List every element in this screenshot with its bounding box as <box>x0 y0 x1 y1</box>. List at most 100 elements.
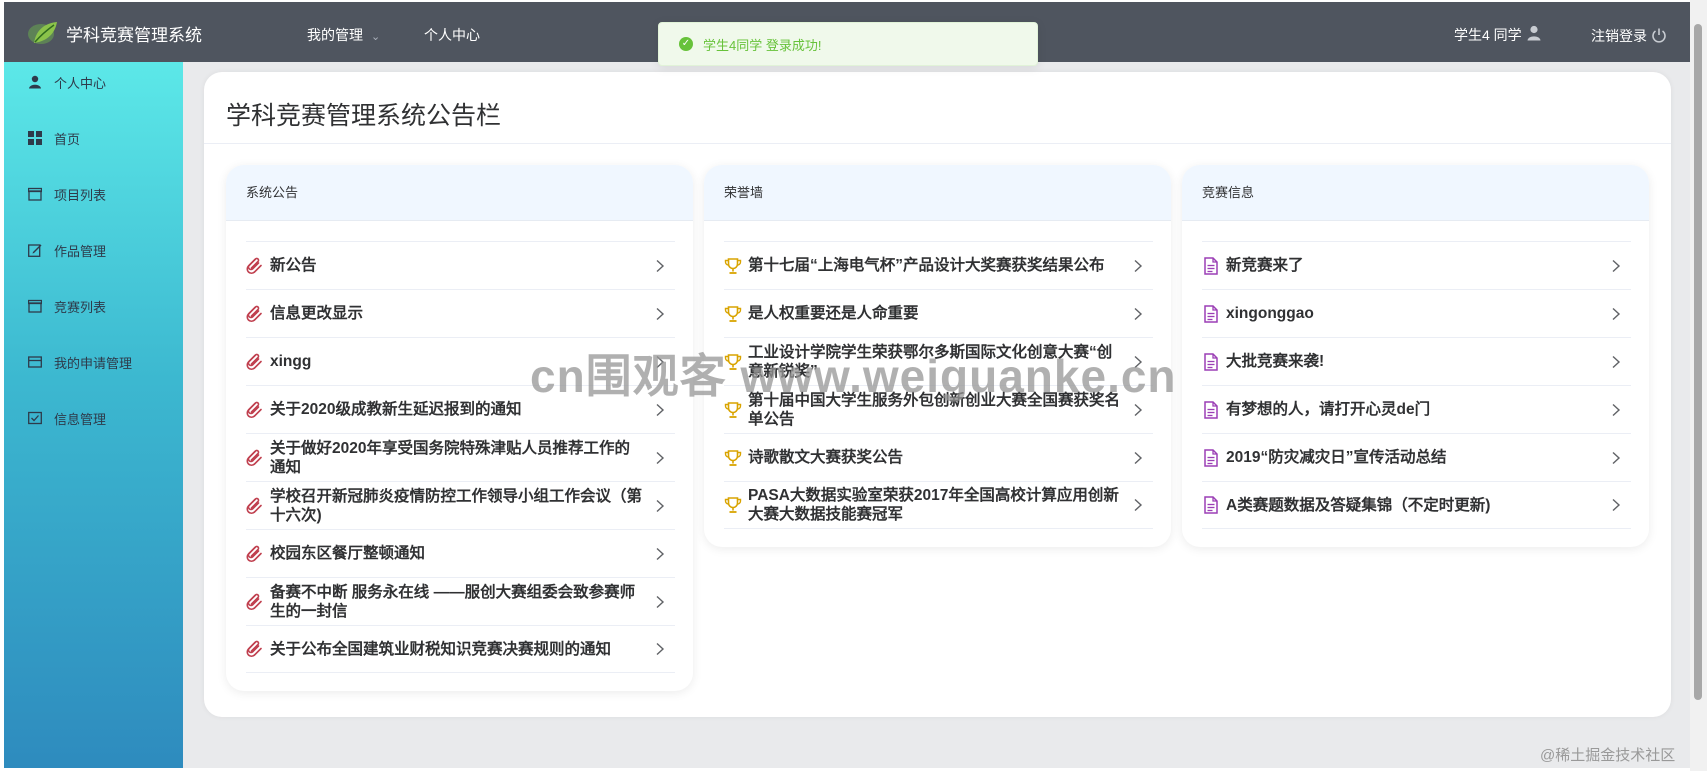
paperclip-icon <box>246 449 262 466</box>
box-icon <box>28 299 42 313</box>
list-item-title: 第十七届“上海电气杯”产品设计大奖赛获奖结果公布 <box>748 257 1105 274</box>
trophy-icon <box>724 401 742 418</box>
sidebar-item-project-list[interactable]: 项目列表 <box>4 174 183 214</box>
chevron-right-icon <box>656 642 665 656</box>
chevron-right-icon <box>1612 451 1621 464</box>
list-item[interactable]: 大批竞赛来袭! <box>1202 337 1631 385</box>
list-item[interactable]: 校园东区餐厅整顿通知 <box>246 529 675 577</box>
divider <box>204 143 1671 144</box>
document-icon <box>1204 448 1218 467</box>
chevron-right-icon <box>656 307 665 320</box>
chevron-right-icon <box>1134 498 1143 512</box>
list-item-title: 大批竞赛来袭! <box>1226 353 1325 370</box>
sidebar-item-info-management[interactable]: 信息管理 <box>4 398 183 438</box>
list-item[interactable]: 学校召开新冠肺炎疫情防控工作领导小组工作会议（第十六次) <box>246 481 675 529</box>
sidebar-item-works[interactable]: 作品管理 <box>4 230 183 270</box>
user-name[interactable]: 学生4 同学 <box>1454 25 1522 45</box>
chevron-right-icon <box>656 355 665 368</box>
list-item-title: 关于做好2020年享受国务院特殊津贴人员推荐工作的通知 <box>270 439 630 476</box>
chevron-right-icon <box>656 547 665 560</box>
competition-info-card: 竞赛信息 新竞赛来了 xingonggao 大批竞赛来袭! 有梦想的人，请打开心灵de… <box>1182 165 1649 547</box>
scrollbar-thumb[interactable] <box>1694 24 1702 700</box>
list-item[interactable]: 有梦想的人，请打开心灵de门 <box>1202 385 1631 433</box>
list-item-title: 是人权重要还是人命重要 <box>748 305 919 322</box>
list-item-title: xingg <box>270 353 312 370</box>
chevron-right-icon <box>1134 307 1143 320</box>
power-icon[interactable] <box>1651 27 1667 43</box>
list-item[interactable]: 第十七届“上海电气杯”产品设计大奖赛获奖结果公布 <box>724 241 1153 289</box>
list-item[interactable]: 工业设计学院学生荣获鄂尔多斯国际文化创意大赛“创意新锐奖” <box>724 337 1153 385</box>
source-credit: @稀土掘金技术社区 <box>1540 747 1676 764</box>
nav-my-management-label: 我的管理 <box>307 27 363 43</box>
list-item-title: PASA大数据实验室荣获2017年全国高校计算应用创新大赛大数据技能赛冠军 <box>748 487 1119 523</box>
list-item[interactable]: PASA大数据实验室荣获2017年全国高校计算应用创新大赛大数据技能赛冠军 <box>724 481 1153 529</box>
sidebar-item-competition-list[interactable]: 竞赛列表 <box>4 286 183 326</box>
trophy-icon <box>724 257 742 274</box>
sidebar-item-home[interactable]: 首页 <box>4 118 183 158</box>
list-item[interactable]: 备赛不中断 服务永在线 ——服创大赛组委会致参赛师生的一封信 <box>246 577 675 625</box>
user-icon[interactable] <box>1527 25 1541 41</box>
card-title: 系统公告 <box>226 165 693 221</box>
list-item-title: 诗歌散文大赛获奖公告 <box>748 449 904 466</box>
card-title: 竞赛信息 <box>1182 165 1649 221</box>
chevron-right-icon <box>1612 259 1621 272</box>
list-item-title: A类赛题数据及答疑集锦（不定时更新) <box>1226 496 1491 514</box>
check-circle-icon: ✓ <box>679 37 693 51</box>
chevron-right-icon <box>1134 259 1143 272</box>
list-item[interactable]: 新公告 <box>246 241 675 289</box>
list-item-title: xingonggao <box>1226 305 1314 322</box>
card-icon <box>28 356 42 368</box>
list-item[interactable]: 诗歌散文大赛获奖公告 <box>724 433 1153 481</box>
document-icon <box>1204 304 1218 323</box>
notice-list: 新公告信息更改显示 xingg 关于2020级成教新生延迟报到的通知关于做好2020… <box>226 221 693 691</box>
list-item[interactable]: 第十届中国大学生服务外包创新创业大赛全国赛获奖名单公告 <box>724 385 1153 433</box>
list-item[interactable]: 是人权重要还是人命重要 <box>724 289 1153 337</box>
sidebar-item-label: 竞赛列表 <box>54 299 107 315</box>
sidebar-item-label: 作品管理 <box>54 243 107 259</box>
logout-link[interactable]: 注销登录 <box>1591 26 1647 46</box>
list-item-title: 有梦想的人，请打开心灵de门 <box>1226 401 1431 418</box>
trophy-icon <box>724 305 742 322</box>
app-title: 学科竞赛管理系统 <box>66 26 202 45</box>
list-item-title: 关于公布全国建筑业财税知识竞赛决赛规则的通知 <box>270 640 612 658</box>
list-item-title: 新竞赛来了 <box>1226 257 1304 274</box>
list-item-title: 学校召开新冠肺炎疫情防控工作领导小组工作会议（第十六次) <box>270 487 643 524</box>
system-notice-card: 系统公告 新公告信息更改显示 xingg 关于2020级成教新生延迟报到的通知关于做… <box>226 165 693 691</box>
paperclip-icon <box>246 305 262 322</box>
list-item[interactable]: A类赛题数据及答疑集锦（不定时更新) <box>1202 481 1631 529</box>
trophy-icon <box>724 449 742 466</box>
nav-my-management[interactable]: 我的管理 ⌄ <box>307 25 380 45</box>
paperclip-icon <box>246 640 262 658</box>
honor-wall-card: 荣誉墙 第十七届“上海电气杯”产品设计大奖赛获奖结果公布 是人权重要还是人命重要工… <box>704 165 1171 547</box>
chevron-right-icon <box>1134 355 1143 368</box>
list-item-title: 校园东区餐厅整顿通知 <box>270 545 426 562</box>
sidebar-item-label: 我的申请管理 <box>54 355 133 371</box>
list-item[interactable]: xingg <box>246 337 675 385</box>
edit-icon <box>28 244 42 257</box>
nav-personal-center[interactable]: 个人中心 <box>424 25 480 45</box>
list-item[interactable]: 新竞赛来了 <box>1202 241 1631 289</box>
list-item[interactable]: 2019“防灾减灾日”宣传活动总结 <box>1202 433 1631 481</box>
list-item[interactable]: 关于公布全国建筑业财税知识竞赛决赛规则的通知 <box>246 625 675 673</box>
list-item[interactable]: 信息更改显示 <box>246 289 675 337</box>
list-item-title: 信息更改显示 <box>270 305 364 322</box>
chevron-right-icon <box>1612 355 1621 368</box>
paperclip-icon <box>246 401 262 418</box>
list-item[interactable]: 关于2020级成教新生延迟报到的通知 <box>246 385 675 433</box>
sidebar: 个人中心 首页 项目列表 作品管理 竞赛列表 我的申请管理 信息管理 <box>4 62 183 768</box>
trophy-icon <box>724 497 742 513</box>
chevron-right-icon <box>1134 403 1143 416</box>
page-title: 学科竞赛管理系统公告栏 <box>226 102 502 130</box>
chevron-right-icon <box>656 259 665 272</box>
list-item[interactable]: xingonggao <box>1202 289 1631 337</box>
success-toast: ✓ 学生4同学 登录成功! <box>658 22 1038 66</box>
list-item[interactable]: 关于做好2020年享受国务院特殊津贴人员推荐工作的通知 <box>246 433 675 481</box>
list-item-title: 新公告 <box>270 257 317 274</box>
document-icon <box>1204 496 1218 514</box>
list-item-title: 备赛不中断 服务永在线 ——服创大赛组委会致参赛师生的一封信 <box>270 583 636 620</box>
grid-icon <box>28 131 42 145</box>
leaf-logo-icon <box>28 22 57 44</box>
sidebar-item-my-applications[interactable]: 我的申请管理 <box>4 342 183 382</box>
sidebar-item-personal-center[interactable]: 个人中心 <box>4 62 183 102</box>
chevron-right-icon <box>1134 451 1143 464</box>
